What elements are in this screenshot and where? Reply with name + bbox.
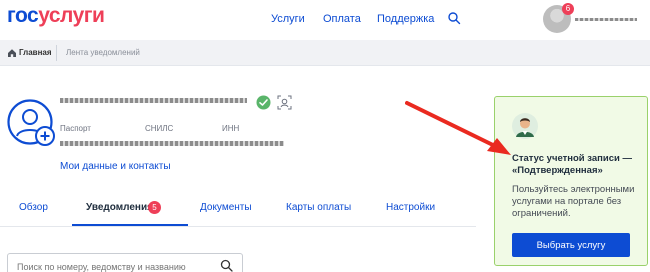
account-status-description: Пользуйтесь электронными услугами на пор… xyxy=(512,184,635,219)
gosuslugi-logo[interactable]: госуслуги xyxy=(7,4,105,28)
tab-documents[interactable]: Документы xyxy=(200,202,252,213)
tab-payment-cards[interactable]: Карты оплаты xyxy=(286,202,351,213)
breadcrumb-current: Лента уведомлений xyxy=(66,48,140,57)
account-status-title: Статус учетной записи — «Подтвержденная» xyxy=(512,153,633,176)
document-numbers-redacted xyxy=(60,141,284,146)
nav-payment[interactable]: Оплата xyxy=(323,13,361,25)
logo-part-uslugi: услуги xyxy=(38,4,105,27)
search-icon[interactable] xyxy=(447,11,461,25)
assistant-avatar-icon xyxy=(512,113,538,139)
choose-service-button[interactable]: Выбрать услугу xyxy=(512,233,630,257)
notifications-search-input[interactable] xyxy=(17,262,207,272)
my-data-link[interactable]: Мои данные и контакты xyxy=(60,161,171,172)
tab-settings[interactable]: Настройки xyxy=(386,202,435,213)
user-name-redacted[interactable] xyxy=(575,18,637,21)
biometry-icon[interactable] xyxy=(277,95,292,110)
inn-label: ИНН xyxy=(222,124,240,133)
home-icon xyxy=(8,49,16,57)
annotation-arrow-icon xyxy=(405,101,511,155)
tab-notifications-badge: 5 xyxy=(148,201,161,214)
logo-part-gos: гос xyxy=(7,4,39,27)
notifications-badge: 6 xyxy=(562,3,574,15)
snils-label: СНИЛС xyxy=(145,124,174,133)
full-name-redacted xyxy=(60,98,247,103)
search-field-icon[interactable] xyxy=(220,259,233,272)
breadcrumb-divider xyxy=(56,45,57,61)
nav-services[interactable]: Услуги xyxy=(271,13,305,25)
tabs-divider xyxy=(0,226,476,227)
nav-support[interactable]: Поддержка xyxy=(377,13,434,25)
tab-overview[interactable]: Обзор xyxy=(19,202,48,213)
active-tab-indicator xyxy=(72,224,188,226)
verified-check-icon xyxy=(256,95,271,110)
passport-label: Паспорт xyxy=(60,124,91,133)
tab-notifications[interactable]: Уведомления xyxy=(86,202,153,213)
profile-avatar-icon[interactable] xyxy=(6,98,58,150)
breadcrumb-home[interactable]: Главная xyxy=(19,48,52,57)
